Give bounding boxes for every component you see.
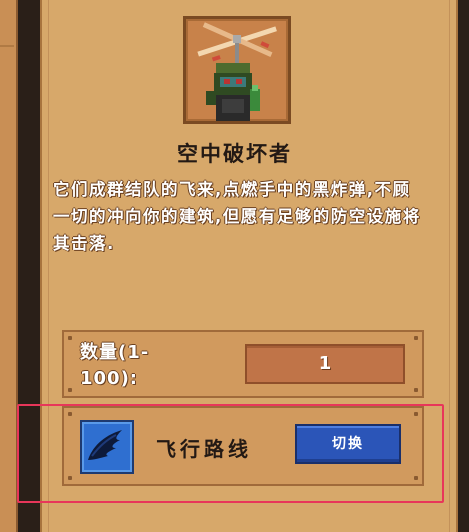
flight-route-row: 飞行路线 切换 — [62, 406, 424, 486]
air-bomber-portrait-icon — [197, 22, 277, 121]
switch-route-button[interactable]: 切换 — [295, 424, 401, 464]
background-right — [458, 0, 469, 532]
unit-portrait — [183, 16, 291, 124]
unit-description: 它们成群结队的飞来,点燃手中的黑炸弹,不顾一切的冲向你的建筑,但愿有足够的防空设… — [53, 180, 421, 253]
unit-name: 空中破坏者 — [177, 142, 292, 166]
wing-icon — [80, 420, 134, 474]
quantity-label: 数量(1-100): — [80, 342, 150, 389]
adjacent-panel-edge — [0, 0, 18, 532]
flight-route-label: 飞行路线 — [156, 437, 252, 461]
quantity-input[interactable]: 1 — [245, 344, 405, 384]
quantity-row: 数量(1-100): 1 — [62, 330, 424, 398]
